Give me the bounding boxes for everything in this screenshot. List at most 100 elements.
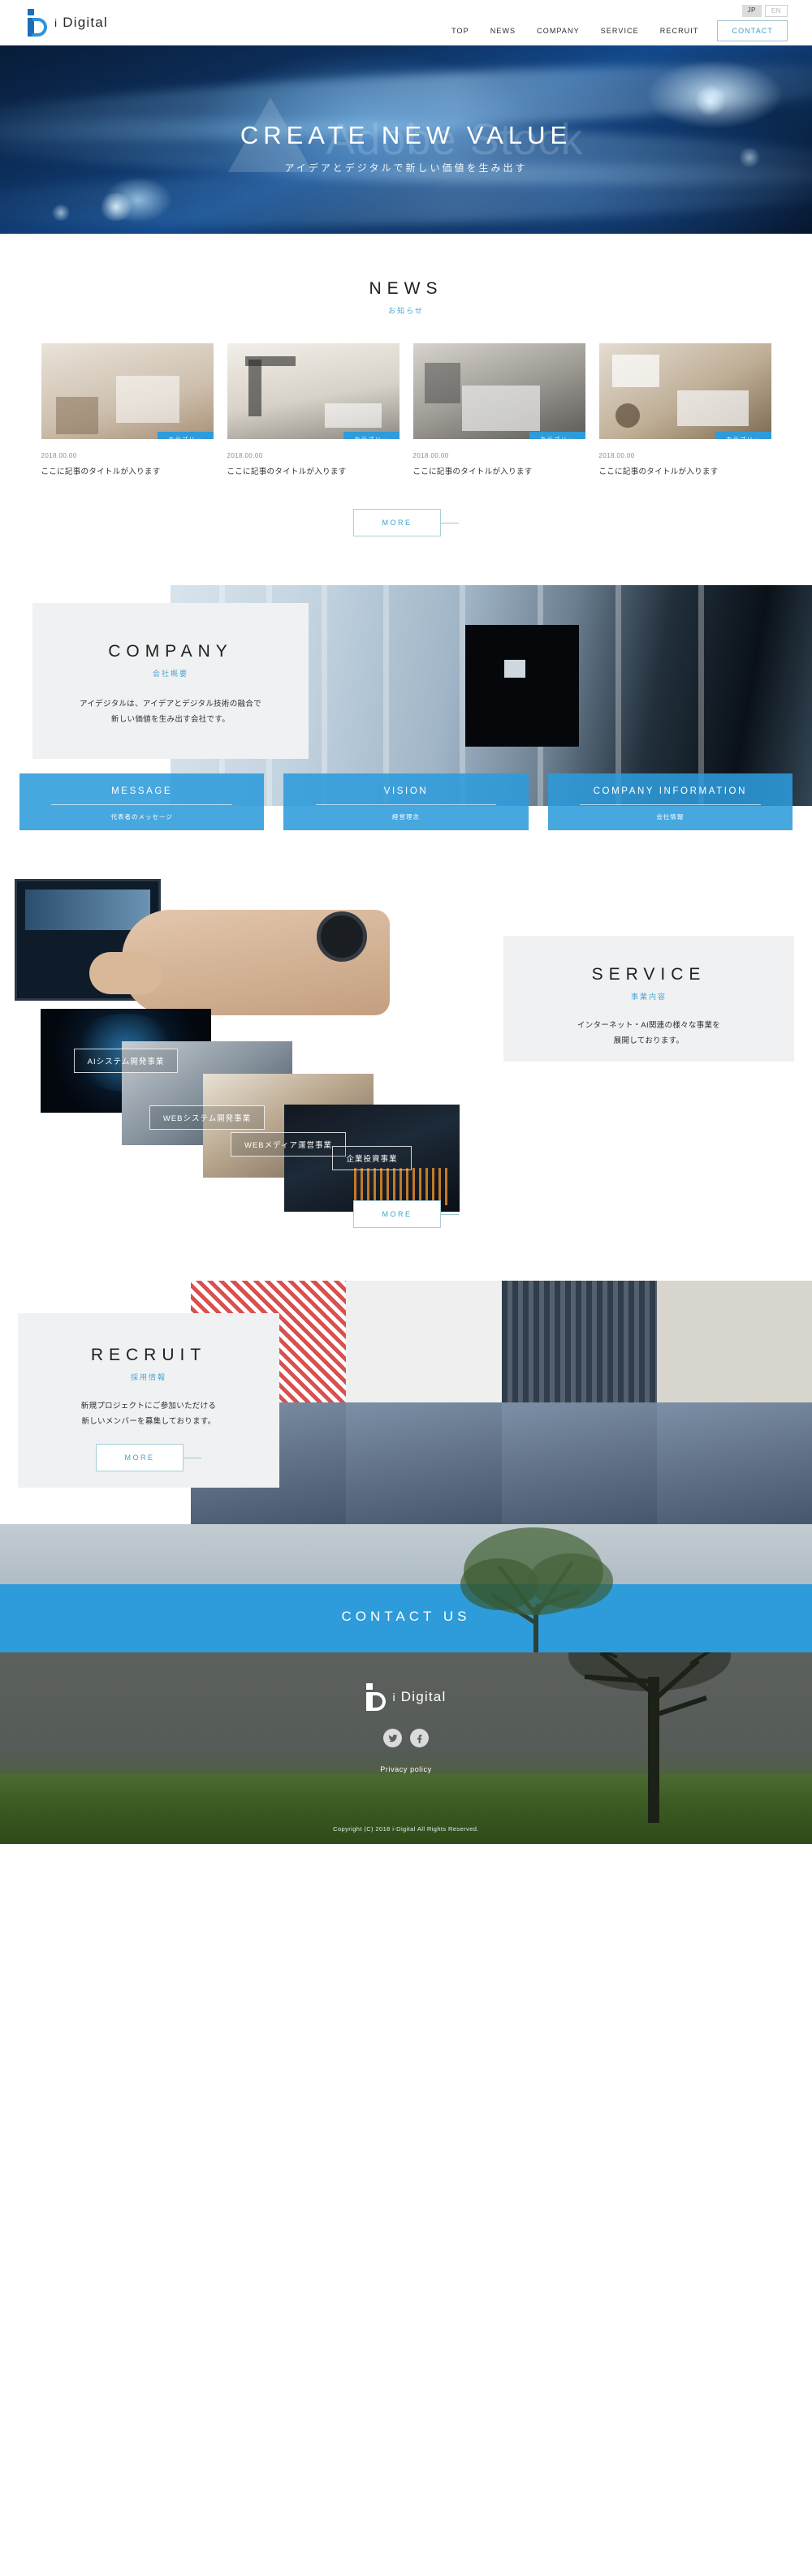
news-thumbnail: カテゴリー [227, 343, 400, 439]
news-category-badge: カテゴリー [158, 432, 214, 439]
logo-text-i: i [54, 16, 58, 29]
news-more-button[interactable]: MORE [353, 509, 441, 536]
company-button-message[interactable]: MESSAGE 代表者のメッセージ [19, 773, 265, 830]
service-card-investment[interactable]: 企業投資事業 [284, 1105, 460, 1212]
hero-copy: CREATE NEW VALUE アイデアとデジタルで新しい価値を生み出す [0, 120, 812, 174]
contact-button[interactable]: CONTACT [717, 19, 788, 41]
company-button-vision[interactable]: VISION 経営理念 [283, 773, 529, 830]
logo-mark-icon [28, 9, 47, 37]
news-subtitle: お知らせ [388, 307, 424, 315]
nav-item-service[interactable]: SERVICE [590, 27, 650, 35]
company-description-line2: 新しい価値を生み出す会社です。 [110, 715, 231, 724]
news-thumbnail: カテゴリー [412, 343, 585, 439]
news-date: 2018.00.00 [598, 452, 635, 459]
service-description-line2: 展開しております。 [613, 1036, 685, 1045]
news-category-badge: カテゴリー [343, 432, 400, 439]
recruit-more-wrap: MORE [96, 1444, 201, 1471]
service-card-label: AIシステム開発事業 [73, 1049, 179, 1073]
main-navigation: JP EN TOP NEWS COMPANY SERVICE RECRUIT C… [441, 4, 788, 41]
company-title: COMPANY [108, 642, 233, 661]
recruit-title: RECRUIT [90, 1346, 207, 1364]
news-grid: カテゴリー 2018.00.00 ここに記事のタイトルが入ります カテゴリー 2… [0, 343, 812, 476]
contact-section[interactable]: CONTACT US [0, 1524, 812, 1652]
company-button-label: VISION [383, 786, 429, 796]
service-card-label: 企業投資事業 [332, 1146, 412, 1170]
sky-decoration [0, 1524, 812, 1584]
company-section: COMPANY 会社概要 アイデジタルは、アイデアとデジタル技術の融合で 新しい… [0, 585, 812, 837]
company-subtitle: 会社概要 [152, 670, 188, 678]
footer-logo-text-i: i [392, 1691, 396, 1704]
hero-bokeh-decoration [97, 193, 135, 221]
contact-us-label: CONTACT US [341, 1609, 471, 1624]
company-description-line1: アイデジタルは、アイデアとデジタル技術の融合で [80, 700, 261, 709]
recruit-panel: RECRUIT 採用情報 新規プロジェクトにご参加いただける 新しいメンバーを募… [18, 1313, 279, 1488]
service-description: インターネット・AI関連の様々な事業を 展開しております。 [577, 1018, 720, 1049]
news-section: NEWS お知らせ カテゴリー 2018.00.00 ここに記事のタイトルが入り… [0, 234, 812, 536]
news-more-wrap: MORE [0, 509, 812, 536]
site-logo[interactable]: i Digital [28, 9, 108, 37]
privacy-policy-link[interactable]: Privacy policy [380, 1765, 431, 1773]
news-category-badge: カテゴリー [715, 432, 771, 439]
lang-jp-button[interactable]: JP [741, 4, 762, 17]
service-card-label: WEBシステム開発事業 [149, 1105, 266, 1130]
news-title-text: ここに記事のタイトルが入ります [227, 467, 347, 476]
news-date: 2018.00.00 [227, 452, 263, 459]
hero-bokeh-decoration [694, 84, 727, 117]
nav-links: TOP NEWS COMPANY SERVICE RECRUIT CONTACT [441, 19, 788, 41]
recruit-description-line2: 新しいメンバーを募集しております。 [81, 1417, 216, 1426]
service-panel: SERVICE 事業内容 インターネット・AI関連の様々な事業を 展開しておりま… [503, 936, 794, 1062]
tree-decoration [460, 1527, 613, 1652]
nav-item-recruit[interactable]: RECRUIT [650, 27, 710, 35]
news-title-text: ここに記事のタイトルが入ります [598, 467, 719, 476]
news-title-text: ここに記事のタイトルが入ります [412, 467, 533, 476]
company-description: アイデジタルは、アイデアとデジタル技術の融合で 新しい価値を生み出す会社です。 [80, 696, 261, 727]
language-switcher: JP EN [741, 4, 788, 17]
news-thumbnail: カテゴリー [41, 343, 214, 439]
news-card[interactable]: カテゴリー 2018.00.00 ここに記事のタイトルが入ります [412, 343, 585, 476]
service-description-line1: インターネット・AI関連の様々な事業を [577, 1021, 721, 1030]
news-date: 2018.00.00 [41, 452, 77, 459]
company-button-sublabel: 会社情報 [656, 813, 685, 821]
company-button-label: MESSAGE [111, 786, 173, 796]
nav-item-company[interactable]: COMPANY [526, 27, 590, 35]
news-title: NEWS [369, 279, 443, 298]
service-title: SERVICE [591, 965, 706, 984]
news-card[interactable]: カテゴリー 2018.00.00 ここに記事のタイトルが入ります [598, 343, 771, 476]
news-card[interactable]: カテゴリー 2018.00.00 ここに記事のタイトルが入ります [41, 343, 214, 476]
footer-logo-mark-icon [365, 1683, 386, 1711]
facebook-icon[interactable] [410, 1729, 429, 1747]
news-thumbnail: カテゴリー [598, 343, 771, 439]
service-more-button[interactable]: MORE [353, 1200, 441, 1228]
logo-text: i Digital [54, 15, 108, 31]
nav-item-news[interactable]: NEWS [480, 27, 526, 35]
nav-item-top[interactable]: TOP [441, 27, 480, 35]
social-links [383, 1729, 429, 1747]
news-category-badge: カテゴリー [529, 432, 585, 439]
lang-en-button[interactable]: EN [764, 4, 788, 17]
hero-title: CREATE NEW VALUE [240, 121, 572, 149]
footer-content: i Digital Privacy policy [0, 1652, 812, 1773]
news-title-text: ここに記事のタイトルが入ります [41, 467, 161, 476]
company-button-label: COMPANY INFORMATION [593, 786, 747, 796]
hero-subtitle: アイデアとデジタルで新しい価値を生み出す [284, 162, 528, 174]
footer-logo[interactable]: i Digital [365, 1683, 447, 1711]
recruit-subtitle: 採用情報 [130, 1373, 166, 1381]
recruit-section: RECRUIT 採用情報 新規プロジェクトにご参加いただける 新しいメンバーを募… [0, 1281, 812, 1524]
footer-logo-text: i Digital [393, 1689, 447, 1705]
company-panel: COMPANY 会社概要 アイデジタルは、アイデアとデジタル技術の融合で 新しい… [32, 603, 309, 759]
company-button-information[interactable]: COMPANY INFORMATION 会社情報 [547, 773, 793, 830]
service-subtitle: 事業内容 [630, 993, 667, 1001]
copyright-text: Copyright (C) 2018 i-Digital All Rights … [333, 1825, 479, 1833]
company-button-row: MESSAGE 代表者のメッセージ VISION 経営理念 COMPANY IN… [19, 773, 793, 830]
recruit-background-image [191, 1281, 812, 1524]
recruit-description: 新規プロジェクトにご参加いただける 新しいメンバーを募集しております。 [81, 1398, 216, 1429]
footer-logo-text-name: Digital [400, 1689, 447, 1704]
service-more-wrap: MORE [0, 1200, 812, 1228]
service-card-label: WEBメディア運営事業 [231, 1132, 346, 1157]
logo-text-name: Digital [63, 15, 108, 30]
recruit-more-button[interactable]: MORE [96, 1444, 184, 1471]
recruit-description-line1: 新規プロジェクトにご参加いただける [80, 1402, 217, 1411]
site-header: i Digital JP EN TOP NEWS COMPANY SERVICE… [0, 0, 812, 45]
twitter-icon[interactable] [383, 1729, 402, 1747]
news-card[interactable]: カテゴリー 2018.00.00 ここに記事のタイトルが入ります [227, 343, 400, 476]
